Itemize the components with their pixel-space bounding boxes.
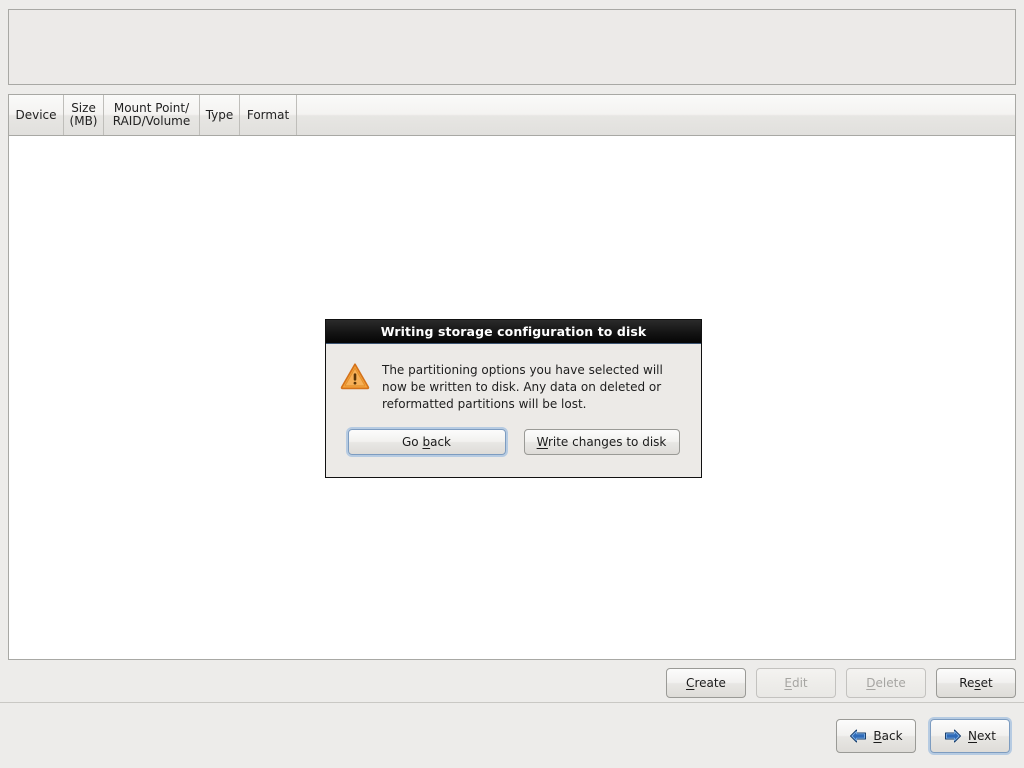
reset-button-label: Reset bbox=[959, 676, 993, 690]
write-storage-config-dialog: Writing storage configuration to disk Th… bbox=[325, 319, 702, 478]
write-changes-accel: W bbox=[536, 435, 548, 449]
go-back-pre: Go bbox=[402, 435, 423, 449]
go-back-button[interactable]: Go back bbox=[347, 429, 506, 455]
warning-triangle-icon bbox=[340, 362, 370, 413]
delete-accel: D bbox=[866, 676, 876, 690]
arrow-left-icon bbox=[849, 729, 867, 743]
next-rest: ext bbox=[977, 728, 996, 743]
go-back-accel: b bbox=[422, 435, 431, 449]
create-button-label: Create bbox=[686, 676, 726, 690]
dialog-message: The partitioning options you have select… bbox=[382, 363, 663, 411]
dialog-titlebar: Writing storage configuration to disk bbox=[326, 320, 701, 344]
back-button-label: Back bbox=[873, 729, 902, 743]
next-accel: N bbox=[968, 728, 977, 743]
storage-summary-panel bbox=[8, 9, 1016, 85]
column-header-device[interactable]: Device bbox=[9, 95, 64, 135]
column-header-format[interactable]: Format bbox=[240, 95, 297, 135]
back-accel: B bbox=[873, 728, 882, 743]
go-back-button-label: Go back bbox=[402, 435, 451, 449]
edit-accel: E bbox=[784, 676, 792, 690]
delete-rest: elete bbox=[875, 676, 906, 690]
back-button[interactable]: Back bbox=[836, 718, 916, 753]
create-button[interactable]: Create bbox=[666, 668, 746, 698]
reset-pre: Re bbox=[959, 676, 975, 690]
delete-button[interactable]: Delete bbox=[846, 668, 926, 698]
edit-button[interactable]: Edit bbox=[756, 668, 836, 698]
column-header-type[interactable]: Type bbox=[200, 95, 240, 135]
dialog-title: Writing storage configuration to disk bbox=[380, 324, 647, 339]
delete-button-label: Delete bbox=[866, 676, 905, 690]
create-rest: reate bbox=[694, 676, 726, 690]
reset-rest: et bbox=[980, 676, 993, 690]
write-changes-rest: rite changes to disk bbox=[547, 435, 667, 449]
table-header-row: Device Size (MB) Mount Point/ RAID/Volum… bbox=[9, 95, 1015, 136]
wizard-nav-row: Back Next bbox=[0, 703, 1024, 768]
dialog-button-row: Go back Write changes to disk bbox=[326, 429, 701, 455]
column-header-mount-point[interactable]: Mount Point/ RAID/Volume bbox=[104, 95, 200, 135]
reset-button[interactable]: Reset bbox=[936, 668, 1016, 698]
back-rest: ack bbox=[881, 728, 903, 743]
go-back-rest: ack bbox=[430, 435, 451, 449]
next-button-label: Next bbox=[968, 729, 996, 743]
write-changes-button-label: Write changes to disk bbox=[537, 435, 667, 449]
edit-rest: dit bbox=[791, 676, 808, 690]
column-header-filler bbox=[297, 95, 1015, 135]
next-button[interactable]: Next bbox=[930, 718, 1010, 753]
dialog-body: The partitioning options you have select… bbox=[326, 344, 701, 413]
arrow-right-icon bbox=[944, 729, 962, 743]
write-changes-to-disk-button[interactable]: Write changes to disk bbox=[523, 429, 680, 455]
column-header-size[interactable]: Size (MB) bbox=[64, 95, 104, 135]
partition-action-row: Create Edit Delete Reset bbox=[0, 664, 1024, 702]
edit-button-label: Edit bbox=[784, 676, 807, 690]
